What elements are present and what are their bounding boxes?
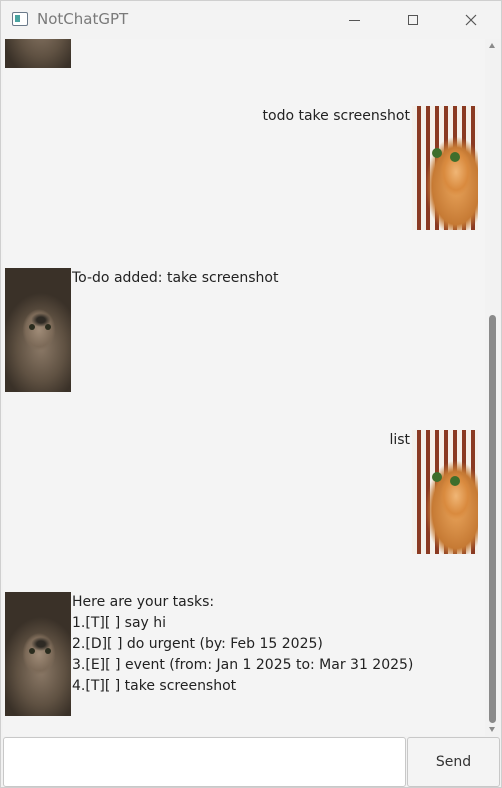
message-input[interactable] — [3, 737, 406, 787]
maximize-button[interactable] — [390, 1, 436, 39]
message-row-bot: To-do added: take screenshot — [3, 268, 485, 392]
bot-message-text: Here are your tasks: 1.[T][ ] say hi 2.[… — [72, 592, 413, 697]
ginger-cat-avatar — [412, 106, 478, 230]
bot-message-text: To-do added: take screenshot — [72, 270, 279, 286]
scroll-up-arrow-icon[interactable] — [489, 43, 495, 48]
ginger-cat-avatar — [412, 430, 478, 554]
window-title: NotChatGPT — [37, 10, 129, 28]
minimize-button[interactable] — [331, 1, 377, 39]
message-row-bot — [3, 39, 485, 68]
task-list-header: Here are your tasks: — [72, 594, 215, 610]
title-bar: NotChatGPT — [1, 1, 501, 39]
task-item: 2.[D][ ] do urgent (by: Feb 15 2025) — [72, 636, 323, 652]
maximize-icon — [408, 15, 418, 25]
task-item: 3.[E][ ] event (from: Jan 1 2025 to: Mar… — [72, 657, 414, 673]
chat-scroll-pane[interactable]: todo take screenshot To-do added: take s… — [3, 39, 485, 736]
app-window: NotChatGPT todo take screenshot To-do ad… — [0, 0, 502, 788]
message-row-user: list — [3, 430, 485, 554]
vertical-scrollbar[interactable] — [485, 39, 500, 736]
user-message-text: todo take screenshot — [262, 108, 410, 124]
user-message-text: list — [389, 432, 410, 448]
scroll-down-arrow-icon[interactable] — [489, 727, 495, 732]
task-item: 1.[T][ ] say hi — [72, 615, 167, 631]
message-row-bot: Here are your tasks: 1.[T][ ] say hi 2.[… — [3, 592, 485, 716]
message-row-user: todo take screenshot — [3, 106, 485, 230]
close-icon — [465, 14, 477, 26]
tabby-cat-avatar — [5, 592, 71, 716]
scrollbar-thumb[interactable] — [489, 315, 496, 723]
minimize-icon — [348, 19, 360, 21]
send-button[interactable]: Send — [407, 737, 500, 787]
tabby-cat-avatar — [5, 268, 71, 392]
tabby-cat-avatar — [5, 39, 71, 68]
app-icon — [12, 12, 28, 26]
close-button[interactable] — [448, 1, 494, 39]
task-item: 4.[T][ ] take screenshot — [72, 678, 237, 694]
